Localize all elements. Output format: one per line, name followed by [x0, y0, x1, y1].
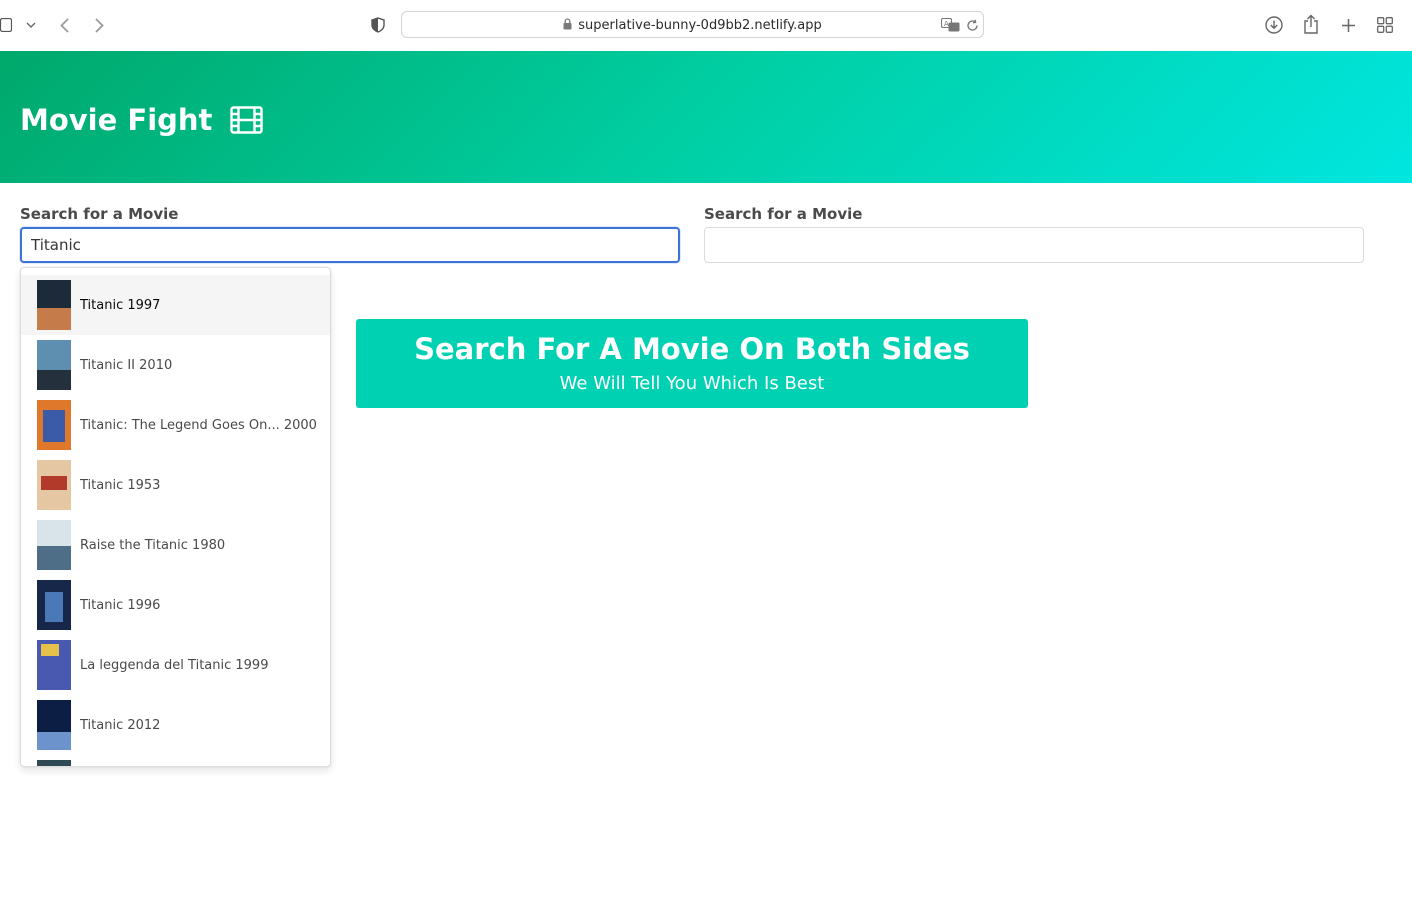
movie-poster [37, 340, 71, 390]
movie-poster [37, 760, 71, 766]
dropdown-item[interactable]: Titanic 1953 [21, 455, 330, 515]
lock-icon [563, 17, 572, 34]
dropdown-item[interactable]: Raise the Titanic 1980 [21, 515, 330, 575]
tab-overview-icon[interactable] [1375, 15, 1395, 35]
page-title-text: Movie Fight [20, 103, 213, 137]
instruction-title: Search For A Movie On Both Sides [414, 332, 970, 366]
film-icon [230, 106, 264, 134]
browser-toolbar: superlative-bunny-0d9bb2.netlify.app A [0, 0, 1412, 51]
hero-banner: Movie Fight [0, 51, 1412, 183]
sidebar-icon[interactable] [0, 17, 12, 33]
movie-poster [37, 400, 71, 450]
dropdown-item[interactable]: Titanic II 2010 [21, 335, 330, 395]
right-search-label: Search for a Movie [704, 205, 863, 223]
dropdown-item[interactable]: Titanic 1996 [21, 575, 330, 635]
dropdown-item-title: La leggenda del Titanic 1999 [80, 657, 269, 673]
dropdown-item-title: Titanic 2012 [80, 717, 161, 733]
dropdown-item[interactable]: Titanic 2012 [21, 695, 330, 755]
dropdown-item-title: Titanic 1953 [80, 477, 161, 493]
shield-icon[interactable] [369, 15, 387, 35]
dropdown-item[interactable]: La leggenda del Titanic 1999 [21, 635, 330, 695]
dropdown-item[interactable]: Titanic: The Legend Goes On... 2000 [21, 395, 330, 455]
left-search-label: Search for a Movie [20, 205, 179, 223]
reload-icon[interactable] [964, 17, 980, 33]
page-title: Movie Fight [20, 100, 264, 140]
dropdown-item-title: Titanic II 2010 [80, 357, 173, 373]
instruction-subtitle: We Will Tell You Which Is Best [559, 373, 825, 394]
movie-poster [37, 700, 71, 750]
movie-poster [37, 520, 71, 570]
movie-poster [37, 580, 71, 630]
movie-poster [37, 280, 71, 330]
dropdown-item-title: Titanic: The Legend Goes On... 2000 [80, 417, 317, 433]
share-icon[interactable] [1301, 13, 1321, 35]
dropdown-item-title: Raise the Titanic 1980 [80, 537, 226, 553]
dropdown-item-title: Titanic 1997 [80, 297, 161, 313]
chevron-down-icon[interactable] [24, 18, 38, 32]
download-icon[interactable] [1264, 15, 1284, 35]
dropdown-item[interactable]: Titanic 1997 [21, 275, 330, 335]
dropdown-item-partial[interactable] [21, 755, 330, 766]
search-results-dropdown: Titanic 1997 Titanic II 2010 Titanic: Th… [20, 267, 331, 767]
new-tab-icon[interactable] [1338, 15, 1358, 35]
instruction-banner: Search For A Movie On Both Sides We Will… [356, 319, 1028, 408]
movie-poster [37, 640, 71, 690]
left-search-input[interactable] [20, 227, 680, 263]
dropdown-item-title: Titanic 1996 [80, 597, 161, 613]
forward-icon[interactable] [91, 15, 107, 35]
url-text: superlative-bunny-0d9bb2.netlify.app [578, 18, 822, 33]
right-search-input[interactable] [704, 227, 1364, 263]
address-bar[interactable]: superlative-bunny-0d9bb2.netlify.app A [401, 11, 984, 38]
movie-poster [37, 460, 71, 510]
back-icon[interactable] [56, 15, 72, 35]
svg-text:A: A [944, 20, 949, 28]
translate-icon[interactable]: A [940, 17, 960, 33]
